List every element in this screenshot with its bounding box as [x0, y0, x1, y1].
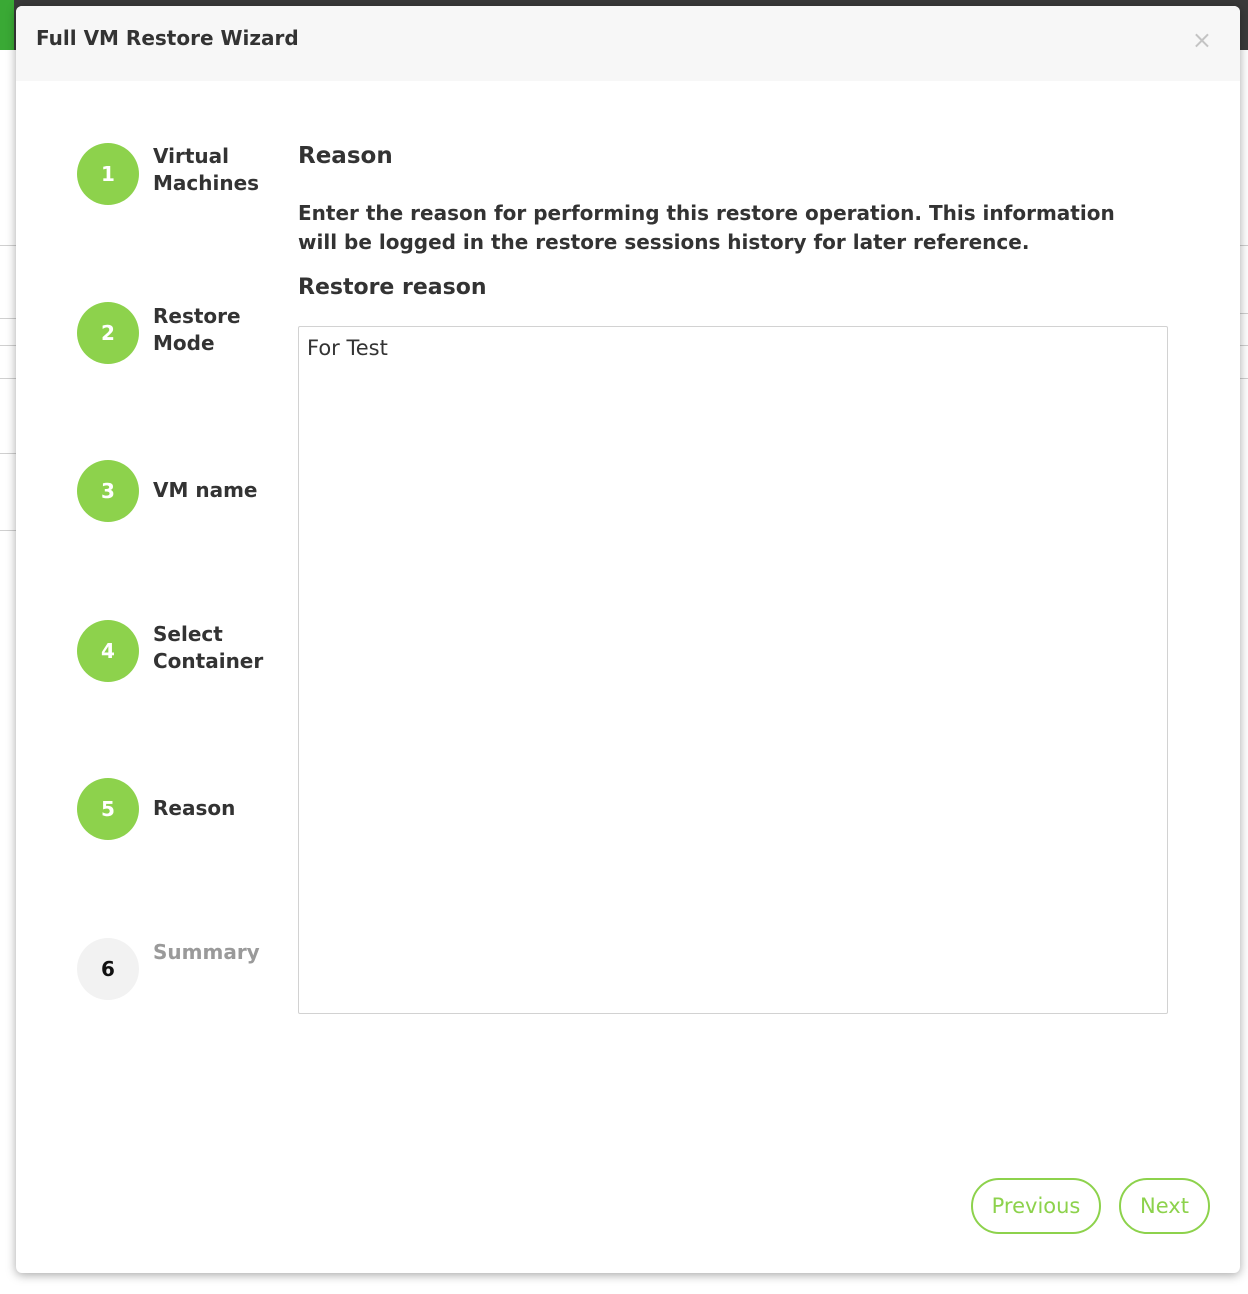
- background-divider: [1240, 378, 1248, 379]
- full-vm-restore-wizard-dialog: Full VM Restore Wizard × 1 Virtual Machi…: [16, 6, 1240, 1273]
- background-divider: [0, 530, 16, 531]
- background-divider: [0, 453, 16, 454]
- step-number-badge: 1: [77, 143, 139, 205]
- wizard-step-select-container[interactable]: 4 Select Container: [77, 620, 277, 684]
- previous-button[interactable]: Previous: [971, 1178, 1101, 1234]
- background-divider: [0, 378, 16, 379]
- background-divider: [0, 318, 16, 319]
- wizard-step-reason[interactable]: 5 Reason: [77, 778, 277, 842]
- background-green-accent: [0, 0, 14, 50]
- wizard-step-vm-name[interactable]: 3 VM name: [77, 460, 277, 524]
- next-button[interactable]: Next: [1119, 1178, 1210, 1234]
- restore-reason-textarea[interactable]: For Test: [298, 326, 1168, 1014]
- background-divider: [0, 245, 16, 246]
- step-label: Restore Mode: [153, 304, 241, 355]
- background-divider: [1240, 345, 1248, 346]
- step-number-badge: 5: [77, 778, 139, 840]
- step-label: Virtual Machines: [153, 144, 260, 195]
- close-icon[interactable]: ×: [1192, 28, 1212, 52]
- step-label: Summary: [153, 940, 260, 964]
- background-divider: [1240, 313, 1248, 314]
- step-label: Reason: [153, 796, 236, 820]
- dialog-header: Full VM Restore Wizard ×: [16, 6, 1240, 81]
- step-number-badge: 6: [77, 938, 139, 1000]
- step-number-badge: 3: [77, 460, 139, 522]
- wizard-step-summary: 6 Summary: [77, 938, 277, 1002]
- step-number-badge: 4: [77, 620, 139, 682]
- dialog-title: Full VM Restore Wizard: [36, 26, 299, 50]
- background-divider: [1240, 245, 1248, 246]
- wizard-step-restore-mode[interactable]: 2 Restore Mode: [77, 302, 277, 366]
- restore-reason-label: Restore reason: [298, 275, 487, 300]
- section-description: Enter the reason for performing this res…: [298, 201, 1115, 254]
- step-label: Select Container: [153, 622, 264, 673]
- background-divider: [0, 345, 16, 346]
- step-label: VM name: [153, 478, 258, 502]
- section-title: Reason: [298, 143, 393, 169]
- wizard-step-virtual-machines[interactable]: 1 Virtual Machines: [77, 143, 277, 207]
- step-number-badge: 2: [77, 302, 139, 364]
